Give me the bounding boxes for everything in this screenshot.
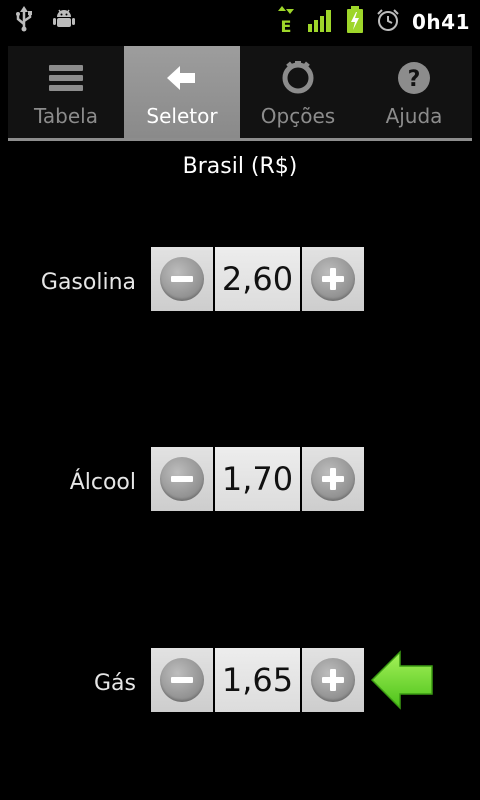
price-value[interactable]: 1,70 <box>215 447 300 511</box>
battery-charging-icon <box>346 6 364 38</box>
android-debug-icon <box>52 7 76 35</box>
signal-icon <box>308 8 334 36</box>
tab-label: Seletor <box>146 104 218 128</box>
fuel-label: Gasolina <box>40 270 136 295</box>
price-stepper: 2,60 <box>151 247 364 311</box>
tab-label: Ajuda <box>385 104 443 128</box>
fuel-row-alcool: Álcool 1,70 <box>0 447 480 513</box>
arrow-left-icon <box>167 65 197 95</box>
decrement-button[interactable] <box>151 447 213 511</box>
plus-icon <box>311 658 355 702</box>
tab-label: Tabela <box>34 104 98 128</box>
network-type: E <box>281 17 292 34</box>
help-icon: ? <box>397 61 431 99</box>
selected-arrow-icon <box>370 648 434 716</box>
tab-label: Opções <box>260 104 336 128</box>
options-icon <box>281 61 315 99</box>
fuel-row-gasolina: Gasolina 2,60 <box>0 247 480 313</box>
price-stepper: 1,70 <box>151 447 364 511</box>
tab-divider <box>8 138 472 141</box>
plus-icon <box>311 457 355 501</box>
data-arrows-icon: E <box>276 6 296 38</box>
list-icon <box>49 63 83 97</box>
clock-time: 0h41 <box>412 10 470 34</box>
fuel-label: Gás <box>94 671 136 696</box>
svg-text:?: ? <box>408 67 421 92</box>
status-bar: E 0h41 <box>0 0 480 38</box>
fuel-row-gas: Gás 1,65 <box>0 648 480 714</box>
increment-button[interactable] <box>302 247 364 311</box>
minus-icon <box>160 457 204 501</box>
tab-bar: Tabela Seletor Opções ? Ajuda <box>8 46 472 138</box>
price-value[interactable]: 2,60 <box>215 247 300 311</box>
minus-icon <box>160 658 204 702</box>
tab-ajuda[interactable]: ? Ajuda <box>356 46 472 138</box>
minus-icon <box>160 257 204 301</box>
tab-seletor[interactable]: Seletor <box>124 46 240 138</box>
price-value[interactable]: 1,65 <box>215 648 300 712</box>
price-stepper: 1,65 <box>151 648 364 712</box>
decrement-button[interactable] <box>151 648 213 712</box>
decrement-button[interactable] <box>151 247 213 311</box>
region-title: Brasil (R$) <box>182 154 298 179</box>
plus-icon <box>311 257 355 301</box>
tab-opcoes[interactable]: Opções <box>240 46 356 138</box>
increment-button[interactable] <box>302 447 364 511</box>
alarm-icon <box>376 8 400 36</box>
increment-button[interactable] <box>302 648 364 712</box>
tab-tabela[interactable]: Tabela <box>8 46 124 138</box>
fuel-label: Álcool <box>69 470 136 495</box>
usb-icon <box>14 6 34 36</box>
